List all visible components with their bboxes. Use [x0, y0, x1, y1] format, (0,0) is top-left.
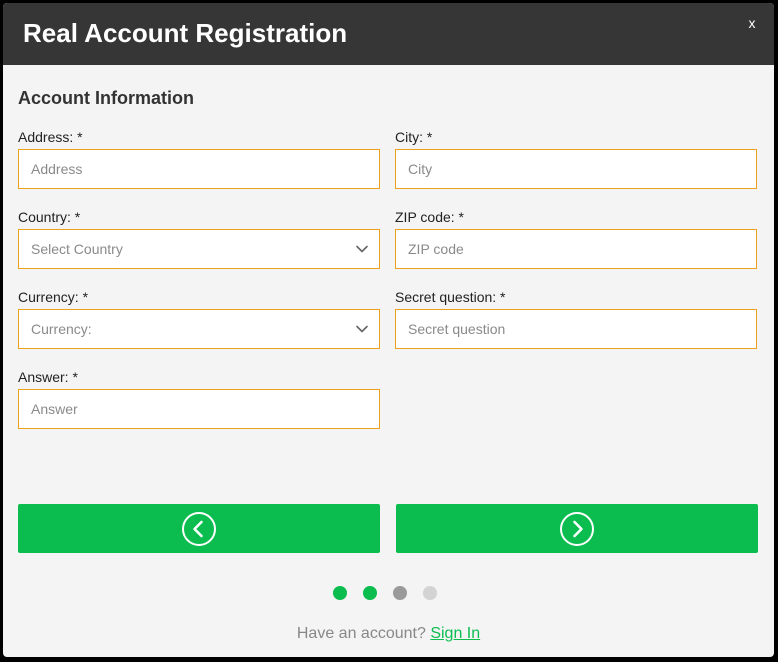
- close-button[interactable]: x: [744, 15, 760, 31]
- currency-select-value[interactable]: Currency:: [19, 310, 379, 348]
- modal-title: Real Account Registration: [23, 18, 348, 48]
- address-field-box: [18, 149, 380, 189]
- secret-question-field-box: [395, 309, 757, 349]
- step-dot-completed: [333, 586, 347, 600]
- country-select-value[interactable]: Select Country: [19, 230, 379, 268]
- chevron-down-icon: [356, 245, 368, 253]
- chevron-right-circle-icon: [560, 512, 594, 546]
- address-input[interactable]: [19, 150, 379, 188]
- country-label: Country: *: [18, 209, 81, 225]
- step-dot-completed: [363, 586, 377, 600]
- country-select[interactable]: Select Country: [18, 229, 380, 269]
- city-label: City: *: [395, 129, 433, 145]
- address-label: Address: *: [18, 129, 83, 145]
- next-step-button[interactable]: [396, 504, 758, 553]
- modal-header: Real Account Registration x: [3, 3, 774, 65]
- step-dot-pending: [423, 586, 437, 600]
- previous-step-button[interactable]: [18, 504, 380, 553]
- secret-question-input[interactable]: [396, 310, 756, 348]
- secret-question-label: Secret question: *: [395, 289, 506, 305]
- currency-select[interactable]: Currency:: [18, 309, 380, 349]
- signin-prompt-text: Have an account?: [296, 625, 426, 642]
- zip-input[interactable]: [396, 230, 756, 268]
- section-title: Account Information: [18, 88, 194, 108]
- zip-field-box: [395, 229, 757, 269]
- registration-modal: Real Account Registration x Account Info…: [3, 3, 774, 657]
- answer-input[interactable]: [19, 390, 379, 428]
- answer-field-box: [18, 389, 380, 429]
- city-field-box: [395, 149, 757, 189]
- answer-label: Answer: *: [18, 369, 78, 385]
- chevron-down-icon: [356, 325, 368, 333]
- currency-label: Currency: *: [18, 289, 89, 305]
- step-dot-current: [393, 586, 407, 600]
- sign-in-link[interactable]: Sign In: [430, 625, 480, 642]
- zip-label: ZIP code: *: [395, 209, 465, 225]
- chevron-left-circle-icon: [182, 512, 216, 546]
- city-input[interactable]: [396, 150, 756, 188]
- signin-prompt: Have an account? Sign In: [3, 624, 774, 644]
